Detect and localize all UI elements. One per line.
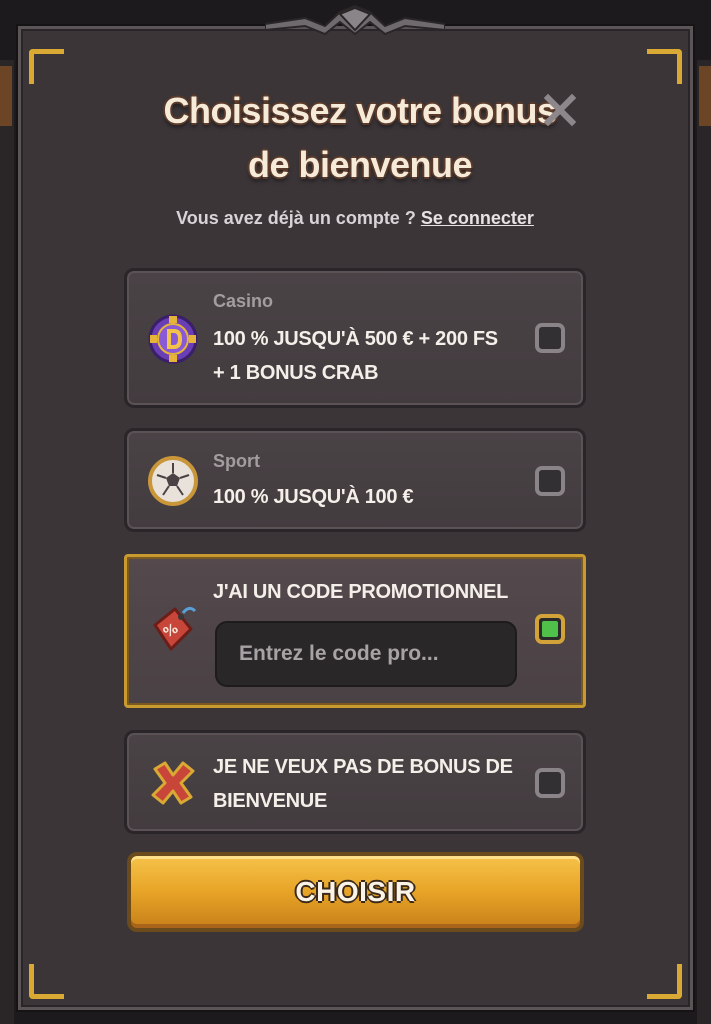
login-prompt-text: Vous avez déjà un compte ? <box>176 208 416 228</box>
choose-button-label: CHOISIR <box>295 876 416 907</box>
background-tab-right <box>699 66 711 126</box>
checkbox-sport[interactable] <box>535 466 565 496</box>
option-text-no-bonus-line1: JE NE VEUX PAS DE BONUS DE <box>213 756 513 778</box>
option-text-promo: J'AI UN CODE PROMOTIONNEL <box>213 581 509 603</box>
price-tag-icon: % <box>153 606 197 651</box>
corner-ornament <box>29 49 64 84</box>
bonus-option-casino[interactable]: Casino 100 % JUSQU'À 500 € + 200 FS + 1 … <box>124 268 586 408</box>
login-prompt: Vous avez déjà un compte ? Se connecter <box>120 208 590 229</box>
page: Choisissez votre bonus de bienvenue Vous… <box>0 0 711 1024</box>
login-link[interactable]: Se connecter <box>421 208 534 228</box>
promo-code-input[interactable] <box>215 621 517 687</box>
option-text-no-bonus-line2: BIENVENUE <box>213 790 327 812</box>
bonus-option-no-bonus[interactable]: JE NE VEUX PAS DE BONUS DE BIENVENUE <box>124 730 586 834</box>
close-icon[interactable] <box>540 90 580 130</box>
option-label-casino: Casino <box>213 291 274 311</box>
checkbox-checked-indicator <box>542 621 558 637</box>
checkbox-casino[interactable] <box>535 323 565 353</box>
option-label-sport: Sport <box>213 451 260 471</box>
bonus-option-promo-code[interactable]: % J'AI UN CODE PROMOTIONNEL <box>124 554 586 708</box>
checkbox-promo[interactable] <box>535 614 565 644</box>
background-tab-left <box>0 66 12 126</box>
top-ornament-icon <box>265 4 445 36</box>
red-x-icon <box>151 761 195 805</box>
bonus-option-sport[interactable]: Sport 100 % JUSQU'À 100 € <box>124 428 586 532</box>
corner-ornament <box>647 964 682 999</box>
modal-title: Choisissez votre bonus de bienvenue <box>163 90 557 185</box>
option-text-casino-line2: + 1 BONUS CRAB <box>213 362 379 384</box>
background-edge-left <box>0 60 14 1024</box>
corner-ornament <box>647 49 682 84</box>
corner-ornament <box>29 964 64 999</box>
option-text-sport: 100 % JUSQU'À 100 € <box>213 486 414 508</box>
checkbox-no-bonus[interactable] <box>535 768 565 798</box>
casino-chip-icon <box>148 314 198 364</box>
soccer-ball-icon <box>148 456 198 506</box>
background-edge-right <box>697 60 711 1024</box>
choose-button[interactable]: CHOISIR <box>127 852 584 932</box>
option-text-casino-line1: 100 % JUSQU'À 500 € + 200 FS <box>213 328 498 350</box>
